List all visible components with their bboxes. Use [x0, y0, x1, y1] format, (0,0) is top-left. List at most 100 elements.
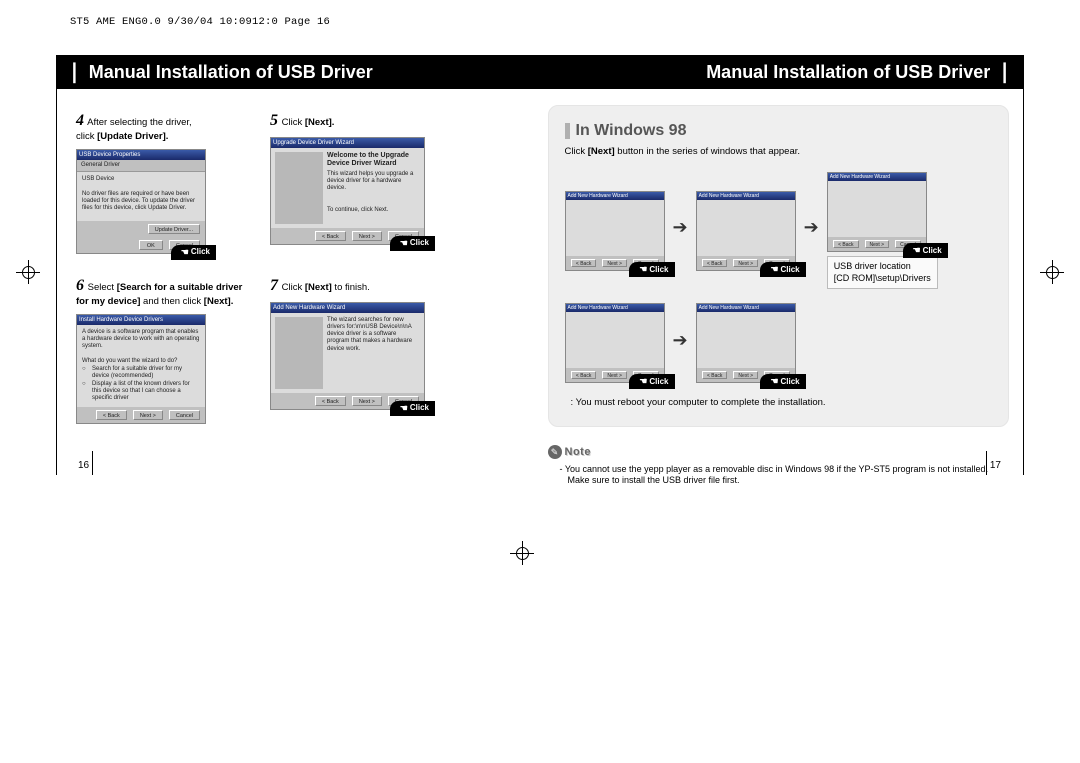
heading-left: Manual Installation of USB Driver: [89, 62, 373, 83]
title-ornament-icon: ❘: [66, 62, 83, 82]
step-number: 5: [270, 112, 278, 129]
note-body: - You cannot use the yepp player as a re…: [548, 464, 1010, 487]
screenshot-flow-2: Add New Hardware Wizard < BackNext >Canc…: [696, 191, 796, 271]
window-titlebar: USB Device Properties: [77, 150, 205, 160]
hand-icon: ☚: [181, 247, 189, 258]
screenshot-wizard-welcome: Upgrade Device Driver Wizard Welcome to …: [270, 137, 425, 245]
note-section: ✎Note - You cannot use the yepp player a…: [548, 445, 1010, 487]
step-text: Select: [85, 282, 117, 293]
click-badge: ☚Click: [171, 245, 216, 260]
screenshot-flow-4: Add New Hardware Wizard < BackNext >Canc…: [565, 303, 665, 383]
click-badge: ☚Click: [903, 243, 948, 258]
step-text: and then click: [140, 296, 203, 307]
click-badge: ☚Click: [760, 262, 805, 277]
click-badge: ☚Click: [390, 401, 435, 416]
step-text: click: [76, 131, 97, 142]
registration-mark-icon: [1040, 260, 1064, 284]
registration-mark-icon: [16, 260, 40, 284]
step-text: Click: [279, 282, 305, 293]
click-badge: ☚Click: [760, 374, 805, 389]
step-6: 6 Select [Search for a suitable driver f…: [76, 276, 256, 424]
wizard-text: What do you want the wizard to do?: [82, 358, 200, 365]
section-title-bar: ❘ Manual Installation of USB Driver Manu…: [56, 55, 1023, 89]
arrow-icon: ➔: [804, 217, 819, 238]
hand-icon: ☚: [770, 264, 778, 275]
step-number: 6: [76, 277, 84, 294]
key-term: [Next]: [588, 146, 615, 157]
hand-icon: ☚: [639, 376, 647, 387]
key-term: [Next].: [204, 296, 234, 307]
wizard-text: A device is a software program that enab…: [82, 329, 200, 351]
click-badge: ☚Click: [390, 236, 435, 251]
arrow-icon: ➔: [673, 217, 688, 238]
hand-icon: ☚: [639, 264, 647, 275]
wizard-text: This wizard helps you upgrade a device d…: [327, 171, 420, 193]
next-button: Next >: [133, 410, 163, 420]
wizard-heading: Welcome to the Upgrade Device Driver Wiz…: [327, 152, 420, 169]
step-5: 5 Click [Next]. Upgrade Device Driver Wi…: [270, 111, 445, 254]
window-titlebar: Add New Hardware Wizard: [271, 303, 424, 313]
click-badge: ☚Click: [629, 262, 674, 277]
update-driver-button: Update Driver...: [148, 224, 200, 234]
ok-button: OK: [139, 240, 163, 250]
window-content: USB DeviceNo driver files are required o…: [77, 172, 205, 221]
back-button: < Back: [315, 396, 346, 406]
next-button: Next >: [352, 396, 382, 406]
screenshot-flow-3: Add New Hardware Wizard < BackNext >Canc…: [827, 172, 927, 252]
window-titlebar: Add New Hardware Wizard: [566, 192, 664, 200]
wizard-side-graphic: [275, 317, 323, 389]
back-button: < Back: [96, 410, 127, 420]
hand-icon: ☚: [913, 245, 921, 256]
hand-icon: ☚: [400, 403, 408, 414]
step-text: to finish.: [332, 282, 370, 293]
heading-right: Manual Installation of USB Driver: [706, 62, 990, 83]
hand-icon: ☚: [400, 238, 408, 249]
registration-mark-icon: [510, 541, 534, 565]
wizard-text: To continue, click Next.: [327, 207, 420, 214]
title-ornament-icon: ❘: [996, 62, 1013, 82]
inset-instruction: Click [Next] button in the series of win…: [565, 146, 993, 158]
key-term: [Update Driver].: [97, 131, 168, 142]
page-left: 4 After selecting the driver, click [Upd…: [56, 89, 540, 475]
pencil-icon: ✎: [548, 445, 562, 459]
wizard-text: The wizard searches for new drivers for:…: [327, 317, 420, 389]
page-right: In Windows 98 Click [Next] button in the…: [540, 89, 1024, 475]
window-titlebar: Install Hardware Device Drivers: [77, 315, 205, 325]
screenshot-flow-5: Add New Hardware Wizard < BackNext >Canc…: [696, 303, 796, 383]
screenshot-wizard-found: Add New Hardware Wizard The wizard searc…: [270, 302, 425, 410]
window-titlebar: Add New Hardware Wizard: [697, 304, 795, 312]
wizard-side-graphic: [275, 152, 323, 224]
windows98-inset: In Windows 98 Click [Next] button in the…: [548, 105, 1010, 427]
step-number: 4: [76, 112, 84, 129]
window-tabs: General Driver: [77, 160, 205, 173]
step-text: Click: [279, 117, 305, 128]
key-term: [Next]: [305, 282, 332, 293]
back-button: < Back: [315, 231, 346, 241]
document-header-meta: ST5 AME ENG0.0 9/30/04 10:0912:0 Page 16: [70, 16, 330, 28]
screenshot-install-drivers: Install Hardware Device Drivers A device…: [76, 314, 206, 424]
step-number: 7: [270, 277, 278, 294]
step-text: After selecting the driver,: [85, 117, 192, 128]
window-titlebar: Add New Hardware Wizard: [566, 304, 664, 312]
key-term: [Next].: [305, 117, 335, 128]
page-number-left: 16: [78, 460, 89, 471]
usb-location-box: USB driver location [CD ROM]\setup\Drive…: [827, 256, 938, 289]
arrow-icon: ➔: [673, 330, 688, 351]
hand-icon: ☚: [770, 376, 778, 387]
cancel-button: Cancel: [169, 410, 200, 420]
inset-heading: In Windows 98: [565, 122, 993, 140]
reboot-warning: : You must reboot your computer to compl…: [571, 397, 993, 408]
step-4: 4 After selecting the driver, click [Upd…: [76, 111, 256, 254]
next-button: Next >: [352, 231, 382, 241]
radio-option: Search for a suitable driver for my devi…: [82, 366, 200, 380]
page-number-right: 17: [990, 460, 1001, 471]
radio-option: Display a list of the known drivers for …: [82, 381, 200, 403]
step-7: 7 Click [Next] to finish. Add New Hardwa…: [270, 276, 445, 424]
window-titlebar: Add New Hardware Wizard: [828, 173, 926, 181]
screenshot-flow-1: Add New Hardware Wizard < BackNext >Canc…: [565, 191, 665, 271]
screenshot-device-properties: USB Device Properties General Driver USB…: [76, 149, 206, 254]
page-spread: ❘ Manual Installation of USB Driver Manu…: [56, 55, 1024, 475]
click-badge: ☚Click: [629, 374, 674, 389]
note-label: Note: [565, 446, 591, 458]
window-titlebar: Upgrade Device Driver Wizard: [271, 138, 424, 148]
